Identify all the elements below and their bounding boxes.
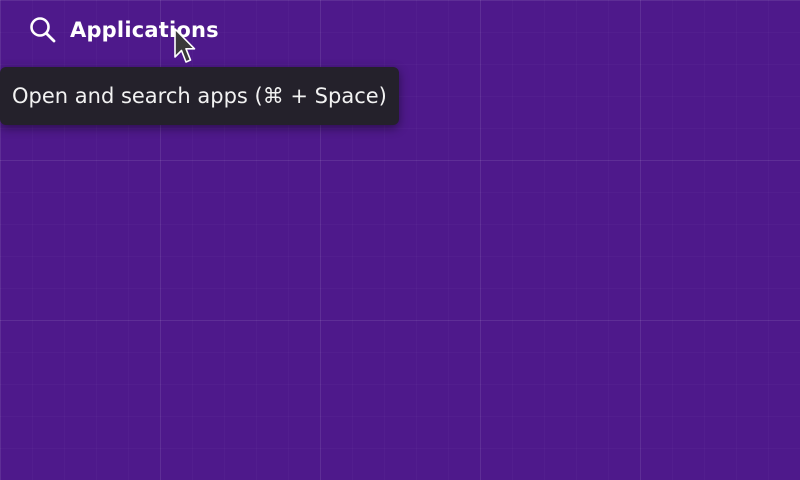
top-bar: Applications — [0, 0, 800, 60]
desktop-background[interactable]: Applications Open and search apps (⌘ + S… — [0, 0, 800, 480]
tooltip-text: Open and search apps (⌘ + Space) — [12, 84, 387, 108]
mouse-pointer-icon — [173, 27, 197, 67]
search-icon — [28, 15, 58, 45]
applications-tooltip: Open and search apps (⌘ + Space) — [0, 67, 399, 125]
